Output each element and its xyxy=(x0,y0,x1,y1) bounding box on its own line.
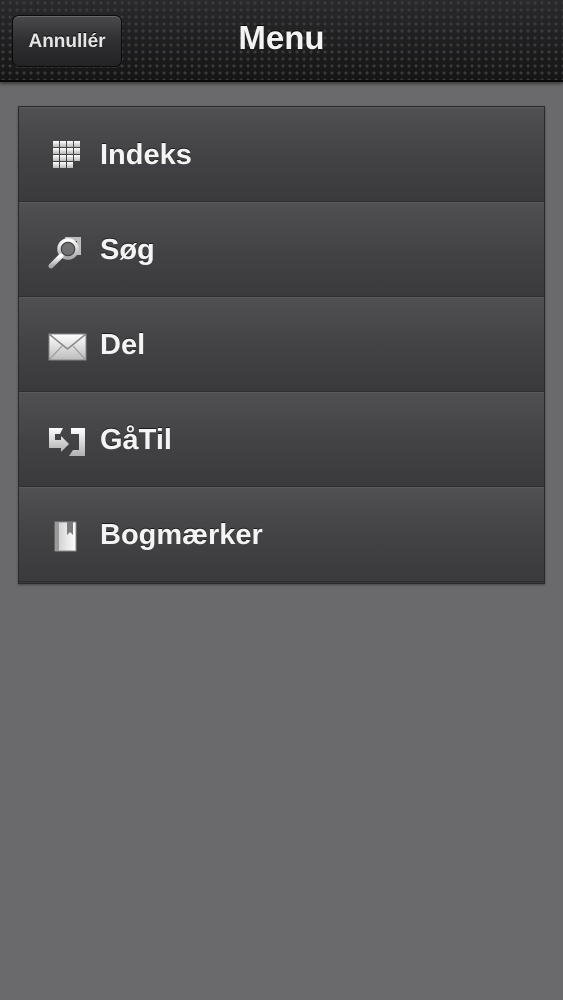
page-title: Menu xyxy=(238,19,325,56)
menu-item-del[interactable]: Del xyxy=(19,297,544,392)
menu-item-label: Bogmærker xyxy=(100,519,263,551)
menu-item-label: Søg xyxy=(100,234,155,266)
search-icon xyxy=(48,237,81,269)
goto-arrow-icon xyxy=(49,428,85,456)
menu-item-label: Indeks xyxy=(100,139,192,171)
menu-list: Indeks Søg Del GåTil Bogmærker xyxy=(18,106,545,584)
grid-icon xyxy=(53,141,80,168)
menu-item-label: Del xyxy=(100,329,146,361)
menu-item-bogmaerker[interactable]: Bogmærker xyxy=(19,487,544,582)
navigation-bar: Annullér Menu xyxy=(0,0,563,82)
bookmark-icon xyxy=(54,521,77,552)
envelope-icon xyxy=(48,333,87,361)
menu-item-label: GåTil xyxy=(100,424,172,456)
menu-item-indeks[interactable]: Indeks xyxy=(19,107,544,202)
menu-item-gaatil[interactable]: GåTil xyxy=(19,392,544,487)
menu-item-soeg[interactable]: Søg xyxy=(19,202,544,297)
